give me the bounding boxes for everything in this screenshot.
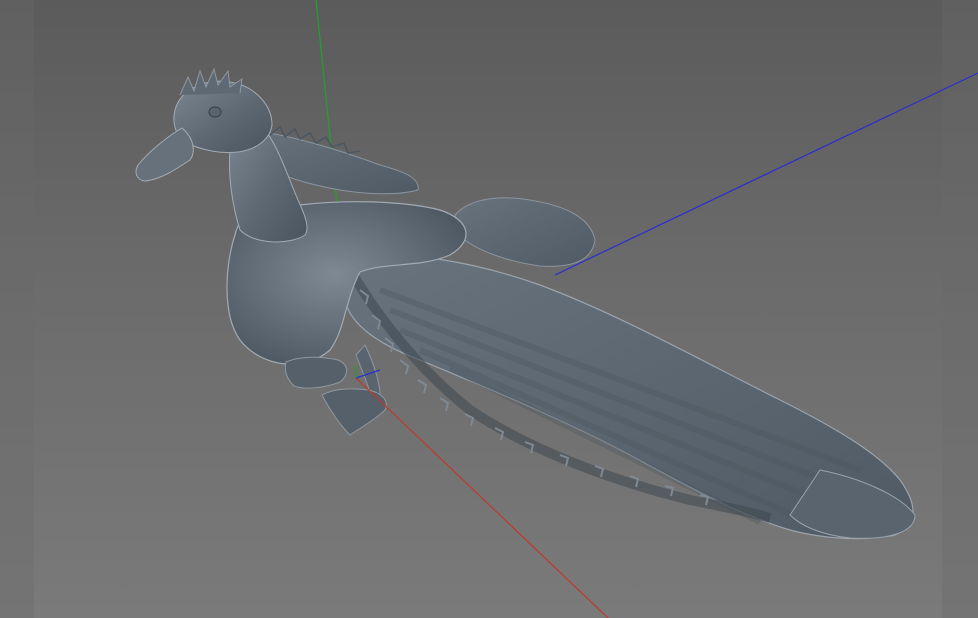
- tail-feathers: [454, 197, 596, 267]
- duck-model[interactable]: [135, 67, 916, 540]
- duck-beak: [135, 127, 194, 182]
- 3d-viewport[interactable]: [0, 0, 978, 618]
- duck-foot-back: [284, 356, 347, 389]
- duck-eye: [208, 106, 222, 118]
- scene-canvas[interactable]: [0, 0, 978, 618]
- z-axis-line: [554, 72, 978, 276]
- duck-foot-front: [321, 388, 387, 436]
